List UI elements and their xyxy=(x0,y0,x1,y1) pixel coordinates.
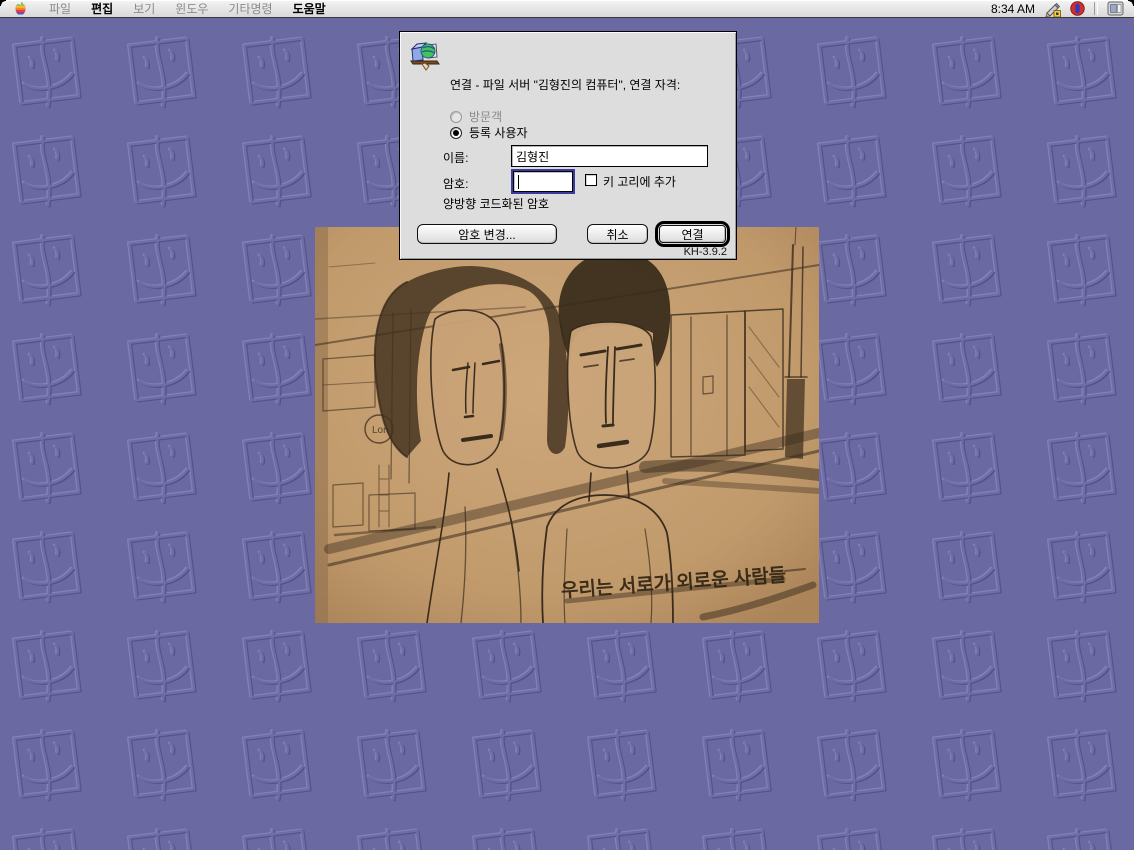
screen-corner-left xyxy=(0,0,6,6)
name-input[interactable] xyxy=(511,145,708,167)
registered-user-radio-label: 등록 사용자 xyxy=(469,124,528,141)
menu-view: 보기 xyxy=(123,0,165,17)
menu-special: 기타명령 xyxy=(218,0,282,17)
menu-bar: 파일 편집 보기 윈도우 기타명령 도움말 8:34 AM xyxy=(0,0,1134,18)
name-label: 이름: xyxy=(443,149,468,166)
registered-user-radio[interactable] xyxy=(450,127,462,139)
file-server-icon xyxy=(408,39,442,71)
paper-edge-shadow xyxy=(315,227,328,623)
password-input[interactable] xyxy=(513,171,573,192)
menubar-clock[interactable]: 8:34 AM xyxy=(981,2,1045,16)
artwork-image[interactable]: Lon 우리는 서로가 외로운 사람들 xyxy=(315,227,819,623)
cancel-button[interactable]: 취소 xyxy=(587,224,648,244)
sketch-bubble-text: Lon xyxy=(372,425,389,436)
keychain-checkbox-label: 키 고리에 추가 xyxy=(603,173,676,190)
encryption-note: 양방향 코드화된 암호 xyxy=(443,195,549,212)
menu-window: 윈도우 xyxy=(165,0,218,17)
dialog-title-text: 연결 - 파일 서버 "김형진의 컴퓨터", 연결 자격: xyxy=(450,78,732,92)
input-method-pencil-icon[interactable] xyxy=(1045,1,1061,17)
connect-button[interactable]: 연결 xyxy=(659,225,726,243)
text-caret xyxy=(518,175,519,189)
apple-logo-icon xyxy=(14,1,27,16)
menu-edit[interactable]: 편집 xyxy=(81,0,123,17)
keychain-checkbox[interactable] xyxy=(585,174,597,186)
app-badge-icon[interactable] xyxy=(1070,1,1085,16)
connect-dialog: 연결 - 파일 서버 "김형진의 컴퓨터", 연결 자격: 방문객 등록 사용자… xyxy=(399,31,737,260)
tray-separator xyxy=(1094,2,1098,15)
menubar-tray xyxy=(1045,0,1134,17)
version-text: KH-3.9.2 xyxy=(684,246,727,258)
radio-row-registered: 등록 사용자 xyxy=(450,124,528,141)
guest-radio-label: 방문객 xyxy=(469,108,502,125)
default-button-ring: 연결 xyxy=(655,221,730,247)
change-password-button[interactable]: 암호 변경... xyxy=(417,224,557,244)
application-menu-icon[interactable] xyxy=(1107,1,1124,16)
radio-row-guest: 방문객 xyxy=(450,108,502,125)
menu-file: 파일 xyxy=(39,0,81,17)
screen-corner-right xyxy=(1128,0,1134,6)
menu-help[interactable]: 도움말 xyxy=(283,0,336,17)
password-label: 암호: xyxy=(443,175,468,192)
guest-radio xyxy=(450,111,462,123)
